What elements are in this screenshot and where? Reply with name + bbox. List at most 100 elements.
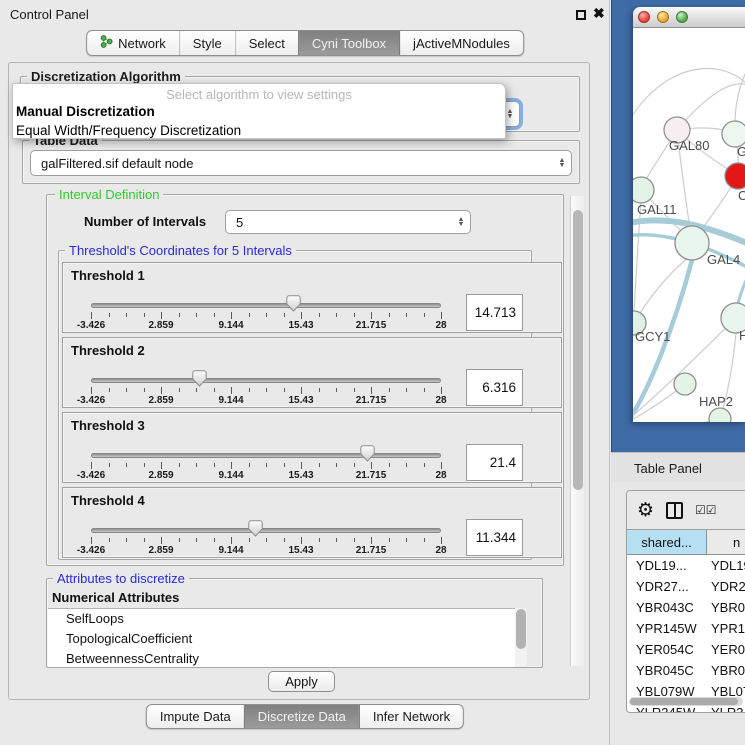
table-panel-header: Table Panel [611,452,745,482]
slider-thumb[interactable] [248,520,263,537]
slider-tick [126,463,127,467]
table-row[interactable]: YBR043CYBR043C [627,597,745,618]
network-node-GAL4[interactable] [675,226,709,260]
cell-shared-name: YDL19... [627,555,707,576]
slider-tick-label: 15.43 [288,395,313,406]
threshold-value-field[interactable]: 11.344 [466,519,523,556]
table-row[interactable]: YDL19...YDL19 [627,555,745,576]
table-row[interactable]: YER054CYER054C [627,639,745,660]
panel-scrollbar[interactable] [570,196,584,666]
attribute-item[interactable]: BetweennessCentrality [48,649,515,667]
attributes-scrollbar[interactable] [515,608,527,667]
slider-tick [406,463,407,467]
algorithm-hint-item: Select algorithm to view settings [13,84,505,102]
tab-jactivemnodules[interactable]: jActiveMNodules [399,31,523,55]
network-node-GAL11[interactable] [633,177,654,203]
table-row[interactable]: YPR145WYPR145W [627,618,745,639]
column-layout-icon[interactable] [666,502,683,519]
slider-tick-label: 2.859 [148,470,173,481]
threshold-value-field[interactable]: 21.4 [466,444,523,481]
cell-shared-name: YER054C [627,639,707,660]
slider-tick [91,537,92,544]
slider-tick-label: 9.144 [218,470,243,481]
tab-network[interactable]: Network [87,31,179,55]
column-header-name[interactable]: n [707,530,745,554]
network-window-titlebar[interactable] [633,7,745,28]
slider-track[interactable] [91,453,441,458]
network-node-HAP2[interactable] [674,373,696,395]
slider-thumb[interactable] [360,445,375,462]
slider-tick [126,388,127,392]
slider-tick-label: 21.715 [356,320,387,331]
tab-label: Style [193,36,222,51]
checkbox-select-icon[interactable]: ☑☑ [695,503,717,517]
table-hscrollbar-thumb[interactable] [630,698,738,705]
table-header-row: shared... n [627,529,745,555]
table-toolbar: ⚙ ☑☑ [627,491,745,529]
table-panel-title: Table Panel [634,461,702,476]
slider-track[interactable] [91,378,441,383]
panel-scrollbar-thumb[interactable] [573,210,583,490]
threshold-label: Threshold 3 [71,418,145,433]
slider-track[interactable] [91,528,441,533]
cell-shared-name: YPR145W [627,618,707,639]
panel-title: Control Panel [10,7,89,22]
slider-tick [126,313,127,317]
slider-track[interactable] [91,303,441,308]
table-panel-body: ⚙ ☑☑ shared... n YDL19...YDL19YDR27...YD… [611,482,745,745]
tab-label: jActiveMNodules [413,36,510,51]
slider-tick [144,538,145,542]
attribute-item[interactable]: SelfLoops [48,609,515,629]
bottom-tab-infer-network[interactable]: Infer Network [359,705,463,728]
algorithm-options: Manual DiscretizationEqual Width/Frequen… [13,102,505,139]
slider-tick [266,388,267,392]
network-node-C[interactable] [725,163,745,189]
slider-tick [406,388,407,392]
table-data-combo[interactable]: galFiltered.sif default node ▲▼ [30,150,572,176]
tab-cyni-toolbox[interactable]: Cyni Toolbox [298,31,399,55]
gear-icon[interactable]: ⚙ [637,501,654,520]
slider-thumb[interactable] [286,295,301,312]
thresholds-title: Threshold's Coordinates for 5 Intervals [65,243,296,258]
zoom-traffic-light-icon[interactable] [676,11,688,23]
apply-button[interactable]: Apply [268,671,335,692]
algorithm-option-equal-width-frequency-discretization[interactable]: Equal Width/Frequency Discretization [13,121,505,139]
algorithm-option-manual-discretization[interactable]: Manual Discretization [13,102,505,121]
attributes-scrollbar-thumb[interactable] [516,609,526,649]
table-row[interactable]: YBR045CYBR045C [627,660,745,681]
column-header-shared-name[interactable]: shared... [627,530,707,554]
float-window-icon[interactable] [576,10,586,20]
slider-tick [144,463,145,467]
slider-tick [179,463,180,467]
network-node-label: HAP2 [699,394,733,409]
number-of-intervals-combo[interactable]: 5 ▲▼ [225,210,471,234]
slider-tick [284,388,285,392]
slider-tick [144,388,145,392]
network-node-partial[interactable] [709,408,731,422]
bottom-tab-discretize-data[interactable]: Discretize Data [244,705,359,728]
minimize-traffic-light-icon[interactable] [657,11,669,23]
table-hscrollbar[interactable] [629,697,743,706]
threshold-label: Threshold 1 [71,268,145,283]
threshold-value-field[interactable]: 6.316 [466,369,523,406]
table-row[interactable]: YDR27...YDR27 [627,576,745,597]
slider-tick [249,538,250,542]
slider-tick-label: -3.426 [77,470,105,481]
network-view[interactable]: GAL80GACGAL11GAL4GCY1HHAP2 [633,28,745,422]
tab-label: Impute Data [160,709,231,724]
slider-tick [214,313,215,317]
bottom-tab-impute-data[interactable]: Impute Data [147,705,244,728]
slider-tick [109,313,110,317]
slider-tick [161,387,162,394]
threshold-value-field[interactable]: 14.713 [466,294,523,331]
slider-tick [319,388,320,392]
attribute-item[interactable]: TopologicalCoefficient [48,629,515,649]
close-traffic-light-icon[interactable] [638,11,650,23]
tab-select[interactable]: Select [235,31,298,55]
close-icon[interactable]: ✖ [593,5,605,22]
combo-stepper-icon: ▲▼ [452,217,470,227]
slider-thumb[interactable] [192,370,207,387]
tab-style[interactable]: Style [179,31,235,55]
slider-tick [389,313,390,317]
slider-tick-label: -3.426 [77,545,105,556]
